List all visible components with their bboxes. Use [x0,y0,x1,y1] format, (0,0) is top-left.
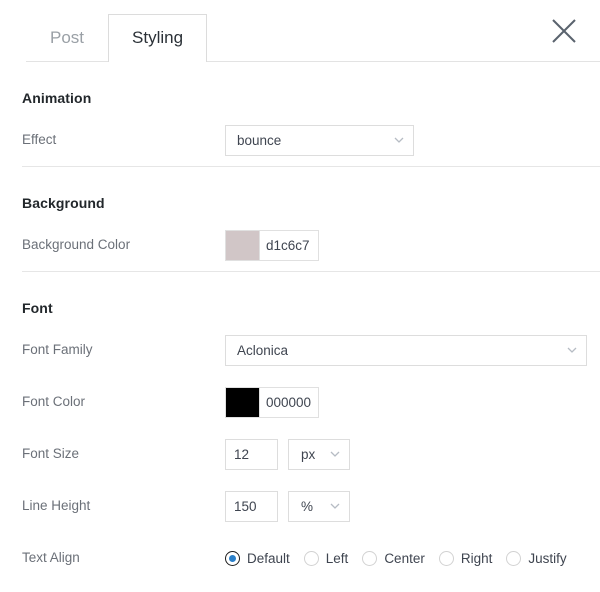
radio-mark-icon [362,550,378,566]
tab-strip: Post Styling [26,0,600,62]
section-title-background: Background [22,195,105,211]
label-text-align: Text Align [22,550,80,565]
field-row-font-size: Font Size px [22,428,578,480]
control-font-size: px [225,438,350,470]
chevron-down-icon [567,347,577,353]
field-row-line-height: Line Height % [22,480,578,532]
select-line-height-unit-value: % [301,498,314,514]
control-line-height: % [225,490,350,522]
control-font-family: Aclonica [225,334,587,366]
radio-label-right: Right [460,550,493,566]
radio-mark-icon [225,550,240,566]
radio-group-text-align: Default Left Center Right Justify [225,550,567,566]
panel-body: Animation Effect bounce Background Backg… [0,62,600,584]
select-font-size-unit[interactable]: px [288,438,350,470]
select-font-family-value: Aclonica [237,342,289,358]
radio-text-align-justify[interactable]: Justify [506,550,567,566]
radio-label-center: Center [384,550,425,566]
radio-mark-icon [303,550,319,566]
control-background-color [225,229,319,261]
radio-label-justify: Justify [528,550,567,566]
select-font-size-unit-value: px [301,446,316,462]
radio-text-align-default[interactable]: Default [225,550,290,566]
control-text-align: Default Left Center Right Justify [225,550,567,566]
tab-post[interactable]: Post [26,14,108,62]
field-row-font-family: Font Family Aclonica [22,324,587,376]
line-height-input[interactable] [225,490,278,522]
color-swatch-background[interactable] [226,230,260,260]
label-line-height: Line Height [22,498,91,513]
radio-text-align-left[interactable]: Left [303,550,349,566]
control-font-color [225,386,319,418]
control-effect: bounce [225,124,414,156]
field-row-effect: Effect bounce [22,114,578,166]
field-row-background-color: Background Color [22,219,578,271]
section-animation: Animation Effect bounce [0,62,600,166]
select-effect[interactable]: bounce [225,124,414,156]
color-swatch-font[interactable] [226,387,260,417]
color-field-font[interactable] [225,386,319,418]
background-color-input[interactable] [260,230,318,260]
radio-mark-icon [438,550,454,566]
label-background-color: Background Color [22,237,131,252]
section-title-animation: Animation [22,90,92,106]
radio-mark-icon [506,550,522,566]
font-size-input[interactable] [225,438,278,470]
section-title-font: Font [22,300,53,316]
close-icon [550,17,578,45]
tab-styling[interactable]: Styling [108,14,208,62]
field-row-text-align: Text Align Default Left Center Right Jus… [22,532,578,584]
radio-text-align-right[interactable]: Right [438,550,493,566]
section-font: Font Font Family Aclonica Font Color 000… [0,272,600,584]
field-row-font-color: Font Color [22,376,578,428]
label-font-color: Font Color [22,394,86,409]
section-background: Background Background Color [0,167,600,271]
chevron-down-icon [394,137,404,143]
font-color-input[interactable] [260,387,318,417]
radio-label-left: Left [325,550,349,566]
panel-header: Post Styling [0,0,600,62]
label-font-size: Font Size [22,446,80,461]
select-effect-value: bounce [237,132,282,148]
select-line-height-unit[interactable]: % [288,490,350,522]
label-font-family: Font Family [22,342,93,357]
tab-post-label: Post [50,28,85,47]
radio-label-default: Default [247,550,290,566]
color-field-background[interactable] [225,229,319,261]
label-effect: Effect [22,132,57,147]
tab-styling-label: Styling [132,28,184,47]
close-button[interactable] [546,13,582,49]
radio-text-align-center[interactable]: Center [362,550,425,566]
select-font-family[interactable]: Aclonica [225,334,587,366]
